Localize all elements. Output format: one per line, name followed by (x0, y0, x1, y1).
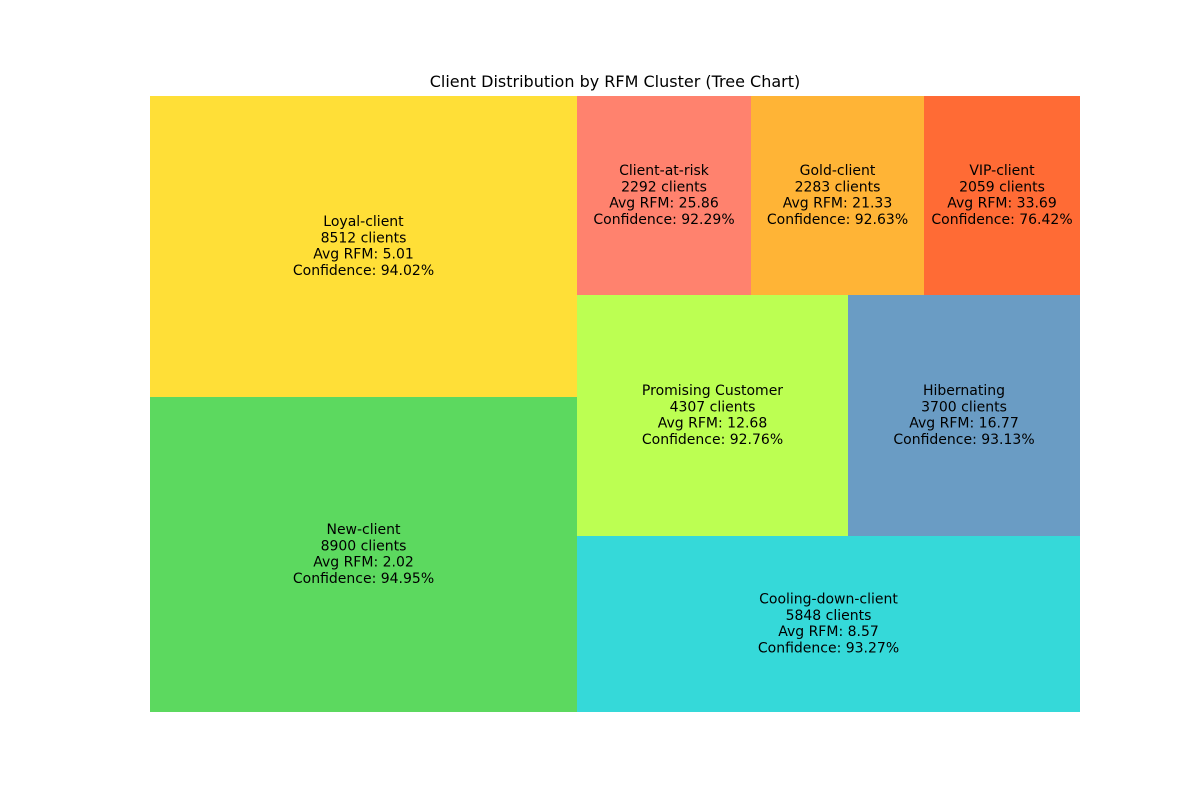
treemap-label-rfm: Avg RFM: 33.69 (947, 196, 1056, 212)
treemap-cell-client-at-risk: Client-at-risk2292 clientsAvg RFM: 25.86… (577, 96, 751, 295)
treemap-label-confidence: Confidence: 94.02% (293, 263, 434, 279)
treemap-label-name: New-client (326, 522, 401, 538)
treemap-label-confidence: Confidence: 94.95% (293, 571, 434, 587)
treemap-label-rfm: Avg RFM: 8.57 (778, 624, 879, 640)
treemap-label-rfm: Avg RFM: 5.01 (313, 247, 414, 263)
treemap-label-clients: 5848 clients (786, 608, 872, 624)
treemap-label-clients: 2059 clients (959, 179, 1045, 195)
treemap-cell-new-client: New-client8900 clientsAvg RFM: 2.02Confi… (150, 397, 577, 712)
treemap-label-confidence: Confidence: 93.13% (893, 432, 1034, 448)
treemap-label-rfm: Avg RFM: 21.33 (783, 196, 892, 212)
treemap-label-name: Client-at-risk (619, 163, 710, 179)
treemap-label-name: Promising Customer (642, 383, 783, 399)
treemap-label-clients: 3700 clients (921, 399, 1007, 415)
treemap-label-clients: 4307 clients (670, 399, 756, 415)
treemap-label-confidence: Confidence: 76.42% (931, 212, 1072, 228)
treemap-label-name: Loyal-client (323, 214, 404, 230)
treemap-label-rfm: Avg RFM: 2.02 (313, 555, 414, 571)
treemap-label-confidence: Confidence: 92.76% (642, 432, 783, 448)
treemap-label-rfm: Avg RFM: 25.86 (609, 196, 719, 212)
treemap-label-clients: 2292 clients (621, 179, 707, 195)
treemap-label-name: Cooling-down-client (759, 592, 898, 608)
treemap-cell-promising-customer: Promising Customer4307 clientsAvg RFM: 1… (577, 295, 848, 536)
treemap-cell-cooling-down-client: Cooling-down-client5848 clientsAvg RFM: … (577, 536, 1080, 712)
treemap-label-confidence: Confidence: 93.27% (758, 640, 899, 656)
treemap-label-confidence: Confidence: 92.63% (767, 212, 908, 228)
treemap-cell-gold-client: Gold-client2283 clientsAvg RFM: 21.33Con… (751, 96, 924, 295)
treemap-label-name: Hibernating (923, 383, 1005, 399)
treemap-label-rfm: Avg RFM: 16.77 (909, 416, 1018, 432)
treemap-chart: Loyal-client8512 clientsAvg RFM: 5.01Con… (150, 96, 1080, 712)
treemap-label-clients: 8900 clients (321, 538, 407, 554)
treemap-cell-loyal-client: Loyal-client8512 clientsAvg RFM: 5.01Con… (150, 96, 577, 397)
treemap-label-name: Gold-client (800, 163, 876, 179)
treemap-label-clients: 8512 clients (321, 230, 407, 246)
treemap-label-clients: 2283 clients (795, 179, 881, 195)
treemap-cell-hibernating: Hibernating3700 clientsAvg RFM: 16.77Con… (848, 295, 1080, 536)
treemap-label-name: VIP-client (969, 163, 1035, 179)
treemap-label-confidence: Confidence: 92.29% (593, 212, 734, 228)
treemap-label-rfm: Avg RFM: 12.68 (658, 416, 767, 432)
treemap-cell-vip-client: VIP-client2059 clientsAvg RFM: 33.69Conf… (924, 96, 1080, 295)
